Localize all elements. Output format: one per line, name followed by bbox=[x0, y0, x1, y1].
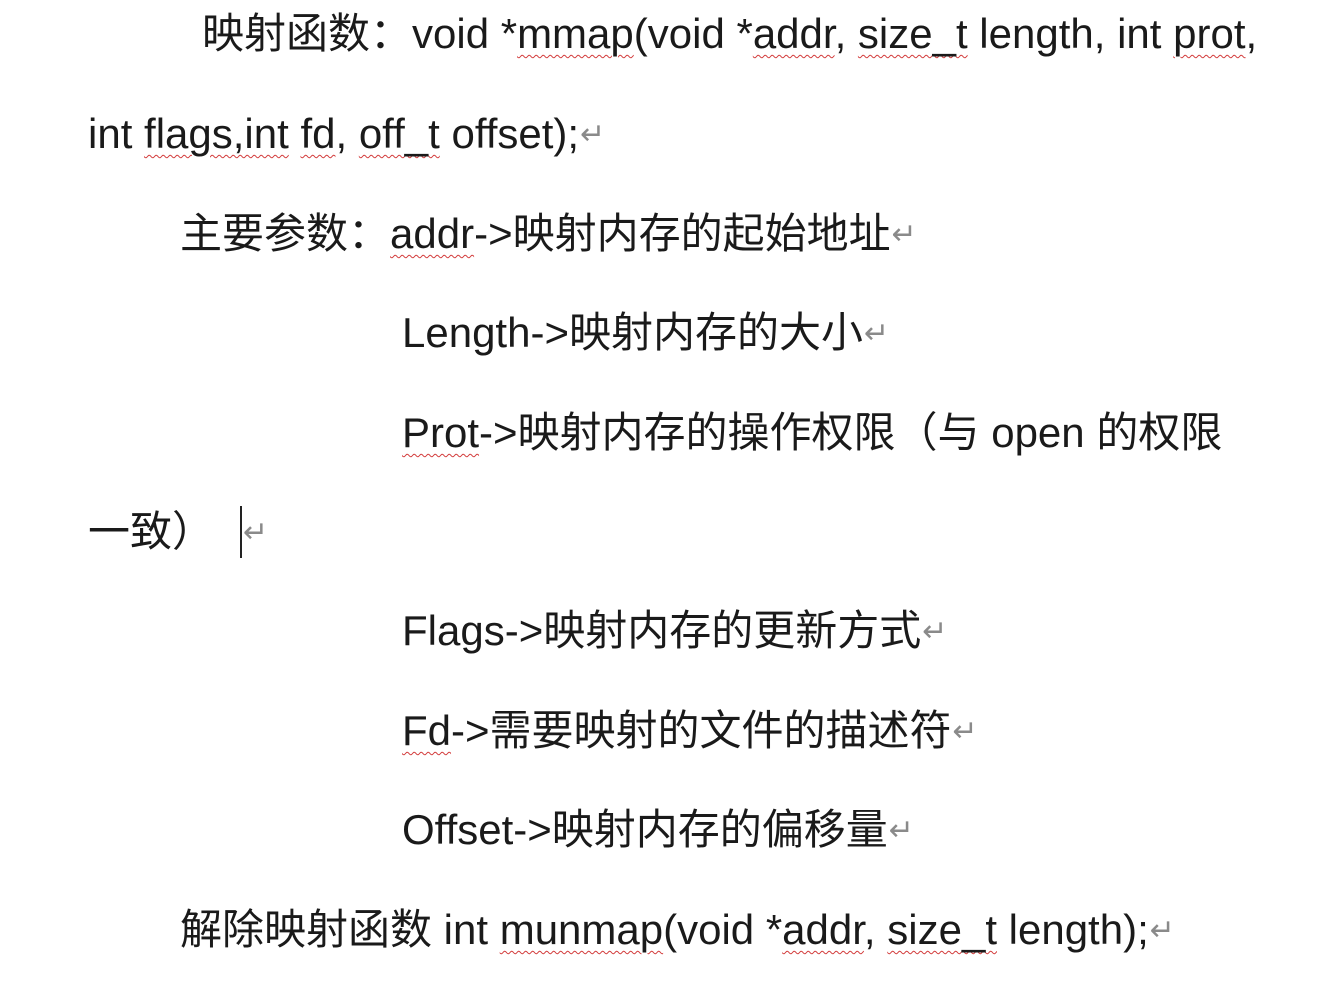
text-run: , bbox=[863, 906, 888, 953]
text-cursor bbox=[240, 506, 243, 558]
param-fd-line[interactable]: Fd->需要映射的文件的描述符↵ bbox=[402, 701, 978, 761]
spellcheck-flagged-text[interactable]: size_t bbox=[858, 10, 968, 57]
text-run: int bbox=[88, 110, 145, 157]
text-run: 解除映射函数 int bbox=[180, 906, 500, 953]
spellcheck-flagged-text[interactable]: Fd bbox=[402, 707, 451, 754]
mmap-signature-line-2[interactable]: int flags,int fd, off_t offset);↵ bbox=[88, 104, 605, 164]
param-addr-line[interactable]: 主要参数：addr->映射内存的起始地址↵ bbox=[180, 204, 917, 264]
text-run: , bbox=[834, 10, 858, 57]
paragraph-mark-icon: ↵ bbox=[952, 715, 978, 748]
munmap-signature-line[interactable]: 解除映射函数 int munmap(void *addr, size_t len… bbox=[180, 900, 1175, 960]
text-run: length, int bbox=[967, 10, 1174, 57]
spellcheck-flagged-text[interactable]: off_t bbox=[359, 110, 440, 157]
paragraph-mark-icon: ↵ bbox=[888, 814, 914, 847]
text-run: length); bbox=[996, 906, 1149, 953]
paragraph-mark-icon: ↵ bbox=[922, 615, 948, 648]
text-run: ->映射内存的起始地址 bbox=[474, 210, 891, 257]
text-run: Flags->映射内存的更新方式 bbox=[402, 607, 922, 654]
text-run: (void * bbox=[663, 906, 783, 953]
text-run: (void * bbox=[633, 10, 753, 57]
paragraph-mark-icon: ↵ bbox=[243, 516, 269, 549]
spellcheck-flagged-text[interactable]: mmap bbox=[517, 10, 634, 57]
spellcheck-flagged-text[interactable]: munmap bbox=[500, 906, 663, 953]
paragraph-mark-icon: ↵ bbox=[580, 118, 606, 151]
text-run: 主要参数： bbox=[180, 210, 391, 257]
text-run: 一致） bbox=[88, 508, 215, 555]
mmap-signature-line-1[interactable]: 映射函数：void *mmap(void *addr, size_t lengt… bbox=[202, 4, 1257, 64]
param-length-line[interactable]: Length->映射内存的大小↵ bbox=[402, 303, 889, 363]
paragraph-mark-icon: ↵ bbox=[1149, 914, 1175, 947]
text-run: , bbox=[1245, 10, 1258, 57]
text-run: Offset->映射内存的偏移量 bbox=[402, 806, 888, 853]
spellcheck-flagged-text[interactable]: fd bbox=[300, 110, 335, 157]
text-run: , bbox=[335, 110, 359, 157]
paragraph-mark-icon: ↵ bbox=[863, 317, 890, 350]
param-prot-line-1[interactable]: Prot->映射内存的操作权限（与 open 的权限 bbox=[402, 403, 1222, 463]
spellcheck-flagged-text[interactable]: prot bbox=[1173, 10, 1245, 57]
text-run: ->映射内存的操作权限（与 open 的权限 bbox=[479, 409, 1223, 456]
text-run: 映射函数：void * bbox=[202, 10, 518, 57]
text-run: Length->映射内存的大小 bbox=[402, 309, 863, 356]
document-page[interactable]: 映射函数：void *mmap(void *addr, size_t lengt… bbox=[0, 0, 1322, 985]
param-flags-line[interactable]: Flags->映射内存的更新方式↵ bbox=[402, 601, 947, 661]
param-prot-line-2[interactable]: 一致） ↵ bbox=[88, 502, 268, 562]
text-run: ->需要映射的文件的描述符 bbox=[451, 707, 952, 754]
spellcheck-flagged-text[interactable]: addr bbox=[753, 10, 835, 57]
spellcheck-flagged-text[interactable]: Prot bbox=[402, 409, 479, 456]
text-run bbox=[289, 110, 301, 157]
param-offset-line[interactable]: Offset->映射内存的偏移量↵ bbox=[402, 800, 914, 860]
spellcheck-flagged-text[interactable]: addr bbox=[782, 906, 864, 953]
spellcheck-flagged-text[interactable]: size_t bbox=[887, 906, 997, 953]
paragraph-mark-icon: ↵ bbox=[891, 218, 917, 251]
spellcheck-flagged-text[interactable]: addr bbox=[390, 210, 474, 257]
spellcheck-flagged-text[interactable]: flags,int bbox=[144, 110, 289, 157]
text-run: offset); bbox=[439, 110, 580, 157]
